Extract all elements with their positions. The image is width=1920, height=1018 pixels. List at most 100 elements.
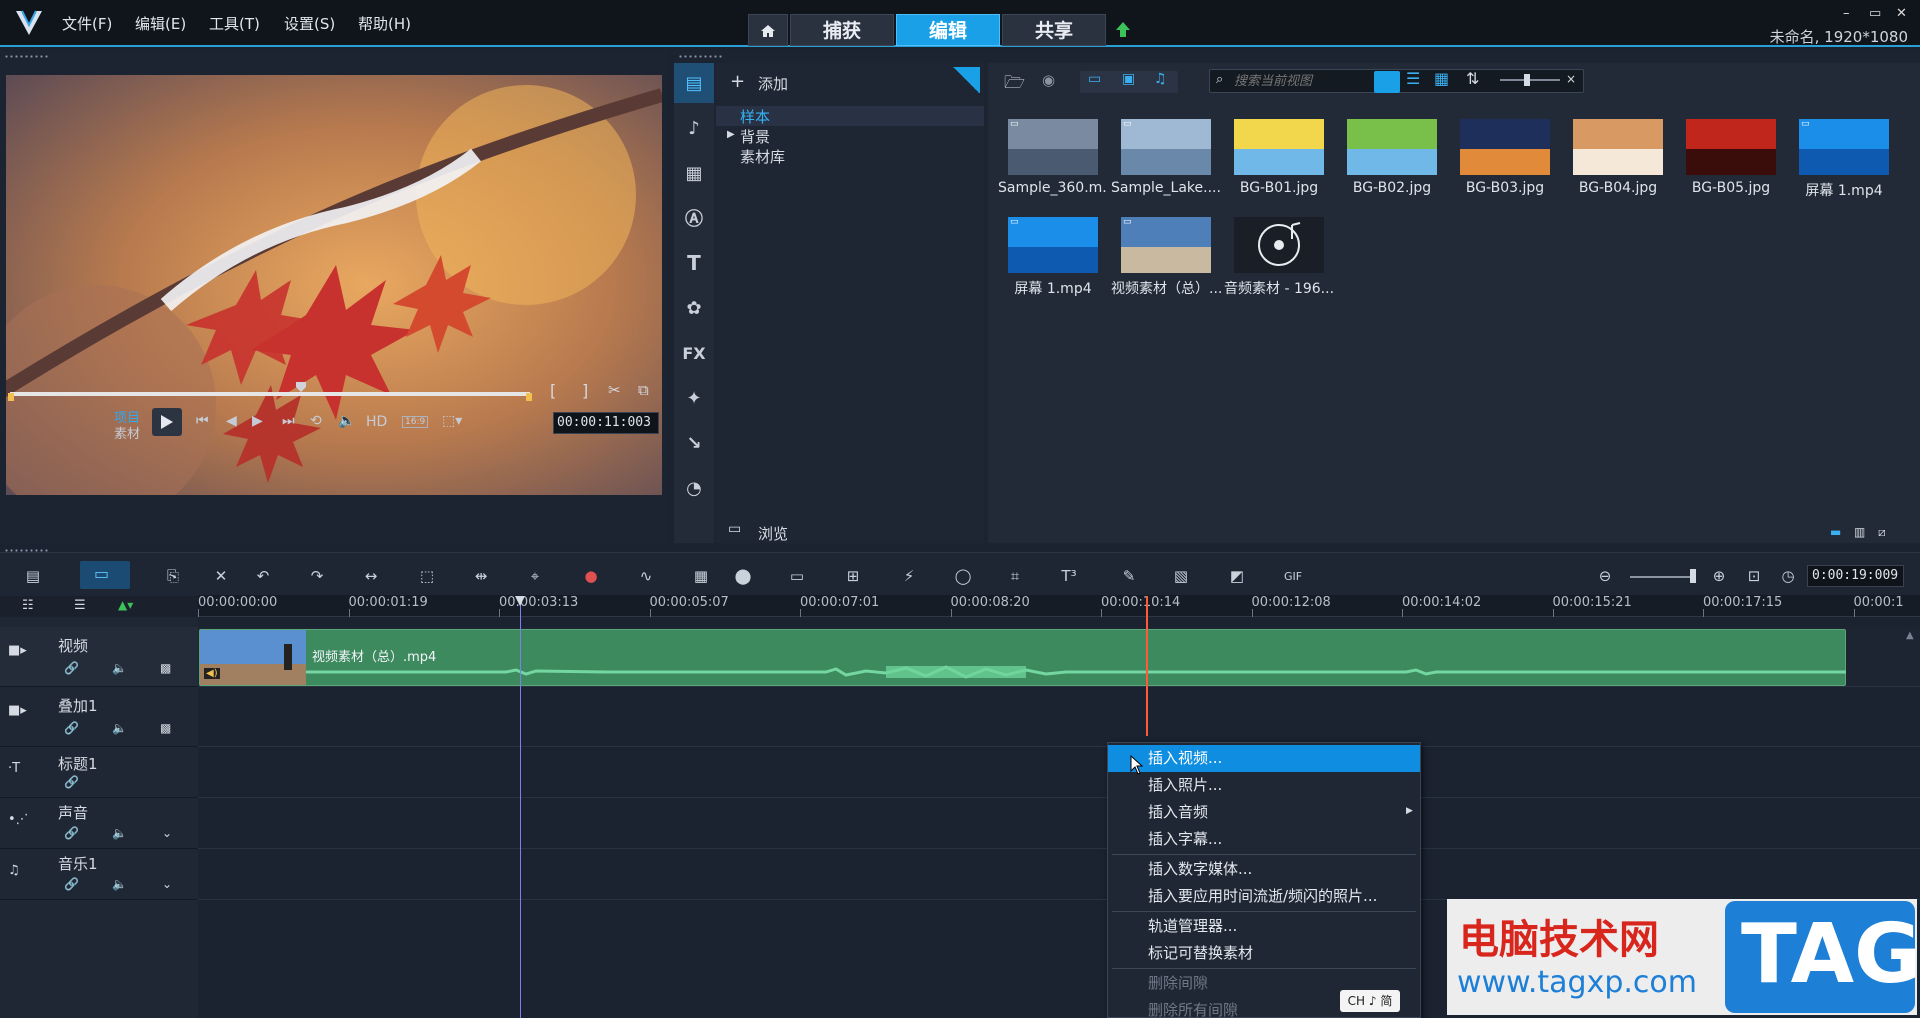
tab-capture[interactable]: 捕获 [790,14,894,46]
zoom-in-icon[interactable]: ⊕ [1706,565,1732,587]
timecode-display[interactable]: 00:00:11:003 [553,412,659,434]
library-thumbnail[interactable]: ▭ Sample_360.m... [998,113,1108,207]
record-screen-icon[interactable]: ● [578,565,604,587]
library-thumbnail[interactable]: BG-B01.jpg [1224,113,1334,207]
mode-clip[interactable]: 素材 [114,423,140,442]
redo-icon[interactable]: ↷ [304,565,330,587]
panel-grip[interactable] [4,54,50,60]
repeat-icon[interactable]: ⟲ [310,413,322,429]
mute-icon[interactable]: 🔈 [112,877,127,891]
3d-title-icon[interactable]: T³ [1056,565,1082,587]
panel-layout-icon-2[interactable]: ▥ [1854,525,1865,539]
track-manager-icon[interactable]: ☷ [22,598,34,613]
filter-video-icon[interactable]: ▭ [1088,71,1101,87]
track-list-icon[interactable]: ☰ [74,598,86,613]
import-folder-icon[interactable]: 🗁 [1004,70,1025,99]
fx-icon[interactable]: FX [674,333,714,373]
copy-attributes-icon[interactable]: ⎘ [160,565,186,587]
instant-project-icon[interactable]: ♪ [674,108,714,148]
menu-settings[interactable]: 设置(S) [284,13,335,34]
copy-frame-icon[interactable]: ⧉ [638,381,649,399]
library-thumbnail[interactable]: ▭ 屏幕 1.mp4 [1789,113,1899,207]
library-thumbnail[interactable]: BG-B02.jpg [1337,113,1447,207]
panel-grip[interactable] [678,54,724,60]
title-track-row[interactable] [198,747,1920,798]
view-grid-icon[interactable]: ▦ [1434,69,1449,88]
library-thumbnail[interactable]: 音频素材 - 196... [1224,211,1334,305]
prev-frame-icon[interactable]: ◀ [226,413,237,429]
play-button[interactable] [152,408,182,436]
menu-item-track-manager[interactable]: 轨道管理器... [1108,913,1420,940]
color-grade-icon[interactable]: ◩ [1224,565,1250,587]
close-button[interactable]: ✕ [1896,6,1907,21]
grid-icon[interactable]: ▩ [160,661,171,675]
playhead[interactable] [1146,596,1148,736]
link-icon[interactable]: 🔗 [64,877,79,891]
tree-item-library[interactable]: 素材库 [740,146,785,167]
menu-item-insert-timelapse[interactable]: 插入要应用时间流逝/频闪的照片... [1108,883,1420,910]
browse-button[interactable]: 浏览 [758,523,788,544]
mute-icon[interactable]: 🔈 [112,826,127,840]
view-list-icon[interactable]: ☰ [1406,69,1420,88]
fit-project-icon[interactable]: ⊡ [1741,565,1767,587]
library-thumbnail[interactable]: ▭ 屏幕 1.mp4 [998,211,1108,305]
tab-share[interactable]: 共享 [1002,14,1106,46]
add-folder-button[interactable]: 添加 [758,73,788,94]
menu-item-insert-audio[interactable]: 插入音频 [1108,799,1420,826]
voice-track-row[interactable] [198,798,1920,849]
lens-correction-icon[interactable]: ▧ [1168,565,1194,587]
link-icon[interactable]: 🔗 [64,721,79,735]
panel-layout-icon-3[interactable]: ⧄ [1878,525,1886,540]
undo-icon[interactable]: ↶ [250,565,276,587]
video-clip[interactable]: ◀) 视频素材（总）.mp4 [199,629,1846,686]
maximize-button[interactable]: ▭ [1869,6,1881,21]
music-track-row[interactable] [198,849,1920,900]
menu-help[interactable]: 帮助(H) [358,13,411,34]
split-icon[interactable]: ⇹ [468,565,494,587]
tracking-icon[interactable]: ⌗ [1002,565,1028,587]
mark-in-handle[interactable] [8,393,14,401]
aspect-ratio-button[interactable]: 16:9 [402,416,429,428]
crop-icon[interactable]: ⬚ [414,565,440,587]
record-icon[interactable]: ◉ [1042,71,1055,89]
link-icon[interactable]: 🔗 [64,775,79,789]
track-overlay[interactable]: ■▸ 叠加1 🔗 🔈 ▩ [0,687,198,747]
path-icon[interactable]: ↘ [674,423,714,463]
expand-arrow-icon[interactable]: ▶ [727,129,735,140]
split-clip-icon[interactable]: ✂ [608,381,621,399]
menu-item-insert-digital-media[interactable]: 插入数字媒体... [1108,856,1420,883]
resize-icon[interactable]: ⬚▾ [442,413,462,429]
timeline-view-button[interactable]: ▭ [80,561,130,589]
sort-icon[interactable]: ⇅ [1466,69,1479,88]
zoom-slider[interactable] [1630,576,1690,578]
menu-item-insert-video[interactable]: 插入视频... [1108,745,1420,772]
fit-icon[interactable]: ↔ [358,565,384,587]
link-icon[interactable]: 🔗 [64,661,79,675]
graphic-icon[interactable]: ✿ [674,288,714,328]
link-icon[interactable]: 🔗 [64,826,79,840]
tree-item-sample[interactable]: 样本 [740,106,770,127]
filter-audio-icon[interactable]: ♫ [1154,71,1167,87]
add-track-icon[interactable]: ▲▾ [118,598,133,612]
title-icon[interactable]: T [674,243,714,283]
menu-file[interactable]: 文件(F) [62,13,112,34]
scrubber-thumb[interactable] [295,379,307,392]
gif-icon[interactable]: GIF [1280,565,1306,587]
audio-wave-icon[interactable]: ∿ [633,565,659,587]
scroll-up-icon[interactable]: ▲ [1906,630,1914,641]
menu-item-insert-subtitle[interactable]: 插入字幕... [1108,826,1420,853]
mute-icon[interactable]: 🔈 [112,721,127,735]
library-thumbnail[interactable]: BG-B05.jpg [1676,113,1786,207]
track-title[interactable]: ·T 标题1 🔗 [0,747,198,798]
mask-icon[interactable]: ◯ [950,565,976,587]
mark-out-icon[interactable]: ] [582,381,588,400]
overlay-track-row[interactable] [198,687,1920,747]
thumb-size-slider[interactable] [1500,79,1560,81]
expand-icon[interactable]: ⌄ [162,826,172,840]
tab-edit[interactable]: 编辑 [896,14,1000,46]
pin-icon[interactable] [952,67,980,93]
menu-item-mark-replaceable[interactable]: 标记可替换素材 [1108,940,1420,967]
color-icon[interactable]: ⬤ [730,565,756,587]
library-thumbnail[interactable]: BG-B04.jpg [1563,113,1673,207]
speed-gauge-icon[interactable]: ◔ [674,468,714,508]
